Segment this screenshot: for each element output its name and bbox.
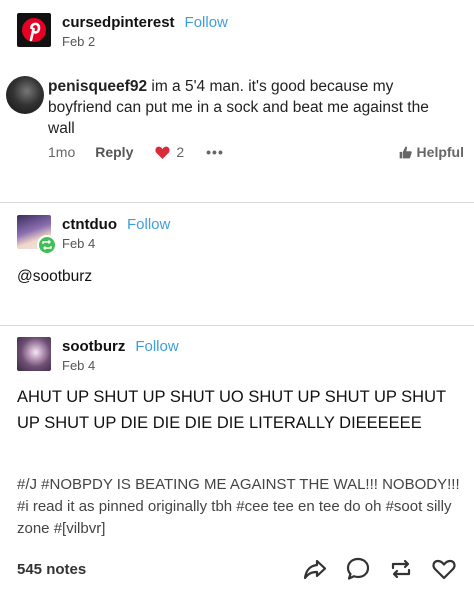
follow-button[interactable]: Follow	[135, 338, 178, 355]
comment-footer: 1mo Reply 2 ••• Helpful	[48, 144, 464, 160]
post-meta: cursedpinterest Follow Feb 2	[62, 13, 228, 51]
follow-button[interactable]: Follow	[127, 216, 170, 233]
like-count: 2	[176, 144, 185, 160]
reblog-badge-icon	[37, 235, 57, 255]
post-header-cursedpinterest: cursedpinterest Follow Feb 2	[17, 13, 228, 51]
post-meta: ctntduo Follow Feb 4	[62, 215, 170, 253]
divider	[0, 325, 474, 326]
reply-button[interactable]: Reply	[95, 144, 133, 160]
post-header-sootburz: sootburz Follow Feb 4	[17, 337, 179, 375]
divider	[0, 202, 474, 203]
avatar	[6, 76, 44, 114]
post-date: Feb 4	[62, 236, 96, 251]
post-header-ctntduo: ctntduo Follow Feb 4	[17, 215, 170, 255]
post-actions	[285, 556, 457, 582]
pinterest-logo-icon[interactable]	[17, 13, 51, 47]
share-icon[interactable]	[302, 556, 328, 582]
comment-text: penisqueef92 im a 5'4 man. it's good bec…	[48, 76, 458, 139]
heart-icon	[155, 146, 170, 159]
post-body: @sootburz	[17, 268, 93, 285]
follow-button[interactable]: Follow	[185, 14, 228, 31]
reply-icon[interactable]	[345, 556, 371, 582]
thumbs-up-icon	[399, 146, 412, 158]
post-body: AHUT UP SHUT UP SHUT UO SHUT UP SHUT UP …	[17, 388, 446, 432]
comment-username[interactable]: penisqueef92	[48, 78, 147, 95]
comment-age: 1mo	[48, 144, 76, 160]
post-meta: sootburz Follow Feb 4	[62, 337, 179, 375]
like-count-button[interactable]: 2	[155, 144, 184, 160]
more-options-button[interactable]: •••	[206, 144, 224, 160]
notes-count[interactable]: 545 notes	[17, 561, 86, 578]
post-date: Feb 2	[62, 34, 96, 49]
username[interactable]: sootburz	[62, 338, 125, 355]
like-icon[interactable]	[431, 556, 457, 582]
post-date: Feb 4	[62, 358, 96, 373]
helpful-label: Helpful	[416, 144, 464, 160]
username[interactable]: cursedpinterest	[62, 14, 175, 31]
avatar[interactable]	[17, 215, 57, 255]
reblog-icon[interactable]	[388, 556, 414, 582]
avatar[interactable]	[17, 337, 51, 371]
helpful-button[interactable]: Helpful	[399, 144, 464, 160]
post-tags[interactable]: #/J #NOBPDY IS BEATING ME AGAINST THE WA…	[17, 474, 462, 540]
username[interactable]: ctntduo	[62, 216, 117, 233]
